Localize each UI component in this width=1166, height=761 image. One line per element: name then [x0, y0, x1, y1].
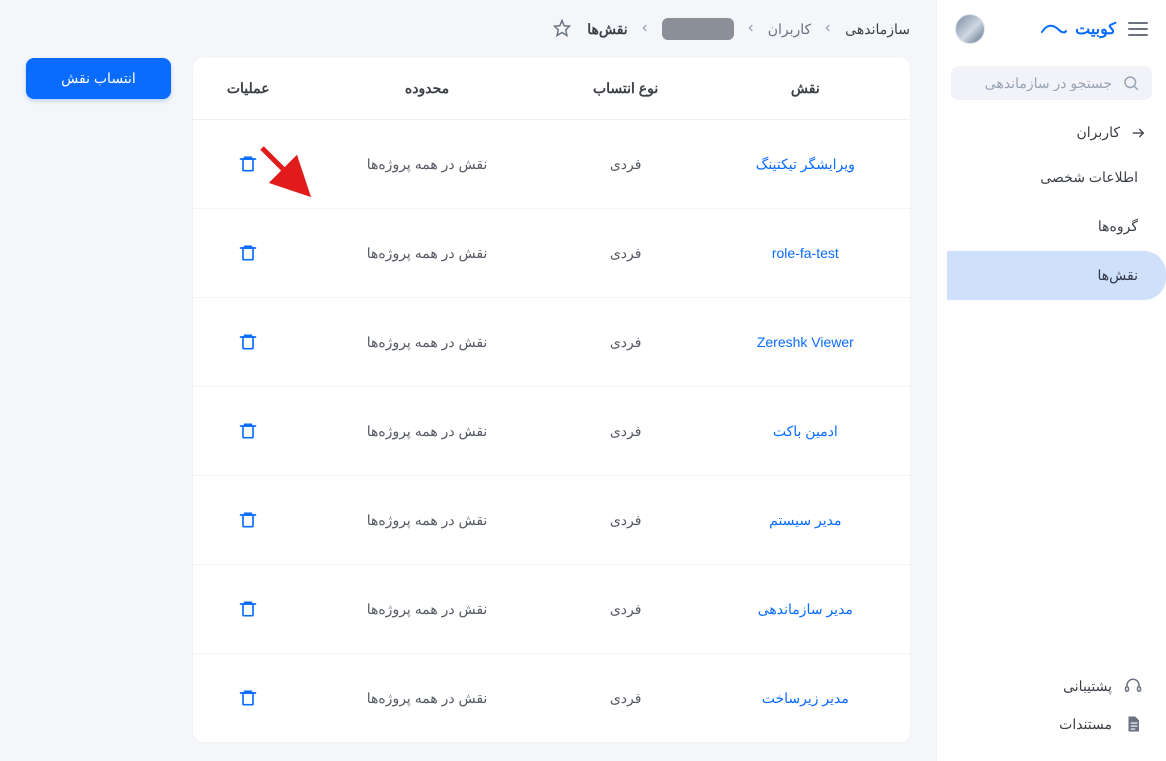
nav-back-label: کاربران	[1077, 124, 1120, 141]
assign-type-cell: فردی	[551, 120, 701, 209]
chevron-left-icon	[640, 21, 650, 37]
sidebar-item-1[interactable]: گروه‌ها	[947, 202, 1166, 251]
search-input[interactable]	[963, 75, 1112, 91]
assign-type-cell: فردی	[551, 209, 701, 298]
delete-icon[interactable]	[232, 504, 264, 536]
scope-cell: نقش در همه پروژه‌ها	[303, 120, 550, 209]
sidebar-item-0[interactable]: اطلاعات شخصی	[947, 153, 1166, 202]
scope-cell: نقش در همه پروژه‌ها	[303, 565, 550, 654]
col-role: نقش	[701, 58, 910, 120]
delete-icon[interactable]	[232, 148, 264, 180]
docs-link[interactable]: مستندات	[937, 705, 1166, 743]
table-row: Zereshk Viewer فردینقش در همه پروژه‌ها	[193, 298, 910, 387]
headset-icon	[1124, 677, 1142, 695]
delete-icon[interactable]	[232, 237, 264, 269]
search-box[interactable]	[951, 66, 1152, 100]
role-link[interactable]: مدیر زیرساخت	[762, 690, 849, 706]
scope-cell: نقش در همه پروژه‌ها	[303, 476, 550, 565]
assign-type-cell: فردی	[551, 654, 701, 743]
table-row: مدیر زیرساخت فردینقش در همه پروژه‌ها	[193, 654, 910, 743]
content-row: نقش نوع انتساب محدوده عملیات ویرایشگر تی…	[26, 58, 910, 742]
sidebar-header: کوبیت	[937, 0, 1166, 58]
crumb-current: نقش‌ها	[587, 21, 627, 38]
arrow-right-icon	[1130, 125, 1146, 141]
role-link[interactable]: مدیر سیستم	[769, 512, 841, 528]
role-link[interactable]: ویرایشگر تیکتینگ	[756, 156, 855, 172]
assign-type-cell: فردی	[551, 298, 701, 387]
roles-card: نقش نوع انتساب محدوده عملیات ویرایشگر تی…	[193, 58, 910, 742]
role-link[interactable]: role-fa-test	[772, 245, 839, 261]
delete-icon[interactable]	[232, 326, 264, 358]
col-scope: محدوده	[303, 58, 550, 120]
document-icon	[1124, 715, 1142, 733]
scope-cell: نقش در همه پروژه‌ها	[303, 209, 550, 298]
delete-icon[interactable]	[232, 682, 264, 714]
scope-cell: نقش در همه پروژه‌ها	[303, 298, 550, 387]
table-row: مدیر سازماندهی فردینقش در همه پروژه‌ها	[193, 565, 910, 654]
sidebar-item-2[interactable]: نقش‌ها	[947, 251, 1166, 300]
avatar[interactable]	[955, 14, 985, 44]
breadcrumb: سازماندهی کاربران نقش‌ها	[26, 18, 910, 40]
chevron-left-icon	[823, 21, 833, 37]
brand[interactable]: کوبیت	[1041, 19, 1116, 39]
main: سازماندهی کاربران نقش‌ها	[0, 0, 936, 761]
sidebar-bottom: پشتیبانی مستندات	[937, 657, 1166, 761]
roles-table: نقش نوع انتساب محدوده عملیات ویرایشگر تی…	[193, 58, 910, 742]
assign-role-button[interactable]: انتساب نقش	[26, 58, 171, 99]
support-link[interactable]: پشتیبانی	[937, 667, 1166, 705]
crumb-root[interactable]: سازماندهی	[845, 21, 910, 38]
nav-back-users[interactable]: کاربران	[937, 112, 1166, 153]
table-row: مدیر سیستم فردینقش در همه پروژه‌ها	[193, 476, 910, 565]
role-link[interactable]: مدیر سازماندهی	[758, 601, 853, 617]
scope-cell: نقش در همه پروژه‌ها	[303, 654, 550, 743]
assign-type-cell: فردی	[551, 565, 701, 654]
sidebar-nav: کاربران اطلاعات شخصیگروه‌هانقش‌ها	[937, 112, 1166, 300]
delete-icon[interactable]	[232, 593, 264, 625]
col-assign-type: نوع انتساب	[551, 58, 701, 120]
brand-wave-icon	[1041, 22, 1067, 36]
role-link[interactable]: ادمین باکت	[773, 423, 838, 439]
crumb-section[interactable]: کاربران	[768, 21, 811, 38]
assign-type-cell: فردی	[551, 476, 701, 565]
role-link[interactable]: Zereshk Viewer	[757, 334, 854, 350]
sidebar: کوبیت کاربران اطلاعات شخصیگروه‌هانقش‌ها …	[936, 0, 1166, 761]
table-row: ویرایشگر تیکتینگ فردینقش در همه پروژه‌ها	[193, 120, 910, 209]
docs-label: مستندات	[1059, 716, 1112, 733]
col-actions: عملیات	[193, 58, 303, 120]
assign-type-cell: فردی	[551, 387, 701, 476]
brand-name: کوبیت	[1075, 19, 1116, 39]
star-icon[interactable]	[553, 19, 571, 40]
menu-icon[interactable]	[1128, 22, 1148, 36]
table-row: ادمین باکت فردینقش در همه پروژه‌ها	[193, 387, 910, 476]
support-label: پشتیبانی	[1063, 678, 1112, 695]
crumb-user-chip[interactable]	[662, 18, 734, 40]
search-icon	[1122, 74, 1140, 92]
scope-cell: نقش در همه پروژه‌ها	[303, 387, 550, 476]
table-row: role-fa-test فردینقش در همه پروژه‌ها	[193, 209, 910, 298]
chevron-left-icon	[746, 21, 756, 37]
table-header-row: نقش نوع انتساب محدوده عملیات	[193, 58, 910, 120]
delete-icon[interactable]	[232, 415, 264, 447]
